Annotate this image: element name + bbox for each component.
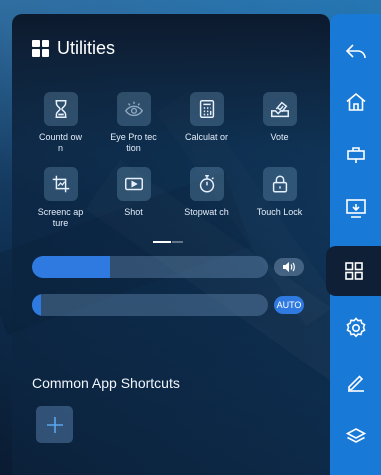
- sidebar-utilities[interactable]: [326, 246, 381, 296]
- volume-slider-fill: [32, 256, 110, 278]
- auto-brightness-button[interactable]: AUTO: [274, 296, 304, 314]
- signal-source-icon: [346, 147, 365, 163]
- tool-screencapture[interactable]: Screenc apture: [24, 167, 97, 229]
- tool-label: Eye Pro tection: [110, 132, 157, 153]
- settings-icon: [346, 317, 365, 338]
- tool-eye-protection[interactable]: Eye Pro tection: [97, 92, 170, 154]
- tool-stopwatch[interactable]: Stopwat ch: [170, 167, 243, 229]
- tool-label: Countd own: [38, 132, 83, 153]
- tools-grid: Countd own Eye Pro tection Calculat or V…: [24, 92, 316, 229]
- page-indicator-active: [153, 241, 171, 243]
- brightness-slider-fill: [32, 294, 42, 316]
- volume-slider[interactable]: [32, 256, 268, 278]
- panel-title: Utilities: [57, 38, 116, 58]
- layers-icon: [345, 428, 366, 443]
- speaker-icon[interactable]: [274, 258, 304, 276]
- screen-capture-icon: [43, 167, 78, 201]
- calculator-icon: [189, 92, 224, 126]
- screen-share-icon: [345, 199, 366, 218]
- page-indicator-inactive[interactable]: [172, 241, 183, 243]
- sidebar-annotation[interactable]: [330, 357, 381, 407]
- tool-label: Screenc apture: [37, 207, 84, 228]
- eye-protection-icon: [116, 92, 151, 126]
- sidebar-layers[interactable]: [330, 411, 381, 461]
- pen-icon: [347, 375, 364, 392]
- tool-countdown[interactable]: Countd own: [24, 92, 97, 154]
- tool-touch-lock[interactable]: Touch Lock: [243, 167, 316, 229]
- stopwatch-icon: [189, 167, 224, 201]
- sidebar-signal-source[interactable]: [330, 130, 381, 180]
- utilities-grid-icon: [32, 39, 49, 57]
- sidebar-back[interactable]: [330, 27, 381, 77]
- tool-label: Vote: [270, 132, 289, 142]
- tool-shot[interactable]: Shot: [97, 167, 170, 229]
- tool-label: Shot: [124, 207, 143, 217]
- utilities-panel: Utilities Countd own Eye Pro tection Cal…: [12, 14, 330, 475]
- panel-header: Utilities: [32, 39, 115, 57]
- tool-label: Stopwat ch: [184, 207, 229, 217]
- lock-icon: [262, 167, 297, 201]
- vote-icon: [262, 92, 297, 126]
- home-icon: [345, 92, 366, 111]
- sidebar: [326, 14, 381, 475]
- hourglass-icon: [43, 92, 78, 126]
- tool-label: Calculat or: [184, 132, 229, 142]
- tool-calculator[interactable]: Calculat or: [170, 92, 243, 154]
- back-icon: [345, 44, 366, 59]
- sidebar-settings[interactable]: [330, 303, 381, 353]
- tool-vote[interactable]: Vote: [243, 92, 316, 154]
- add-shortcut-button[interactable]: [36, 406, 73, 443]
- sidebar-screen-share[interactable]: [330, 183, 381, 233]
- plus-icon: [46, 416, 63, 433]
- tool-label: Touch Lock: [256, 207, 303, 217]
- apps-icon: [344, 262, 363, 280]
- camera-shot-icon: [116, 167, 151, 201]
- brightness-slider[interactable]: [32, 294, 268, 316]
- sidebar-home[interactable]: [330, 77, 381, 127]
- shortcuts-section-title: Common App Shortcuts: [32, 375, 180, 391]
- page-indicator: [153, 241, 183, 243]
